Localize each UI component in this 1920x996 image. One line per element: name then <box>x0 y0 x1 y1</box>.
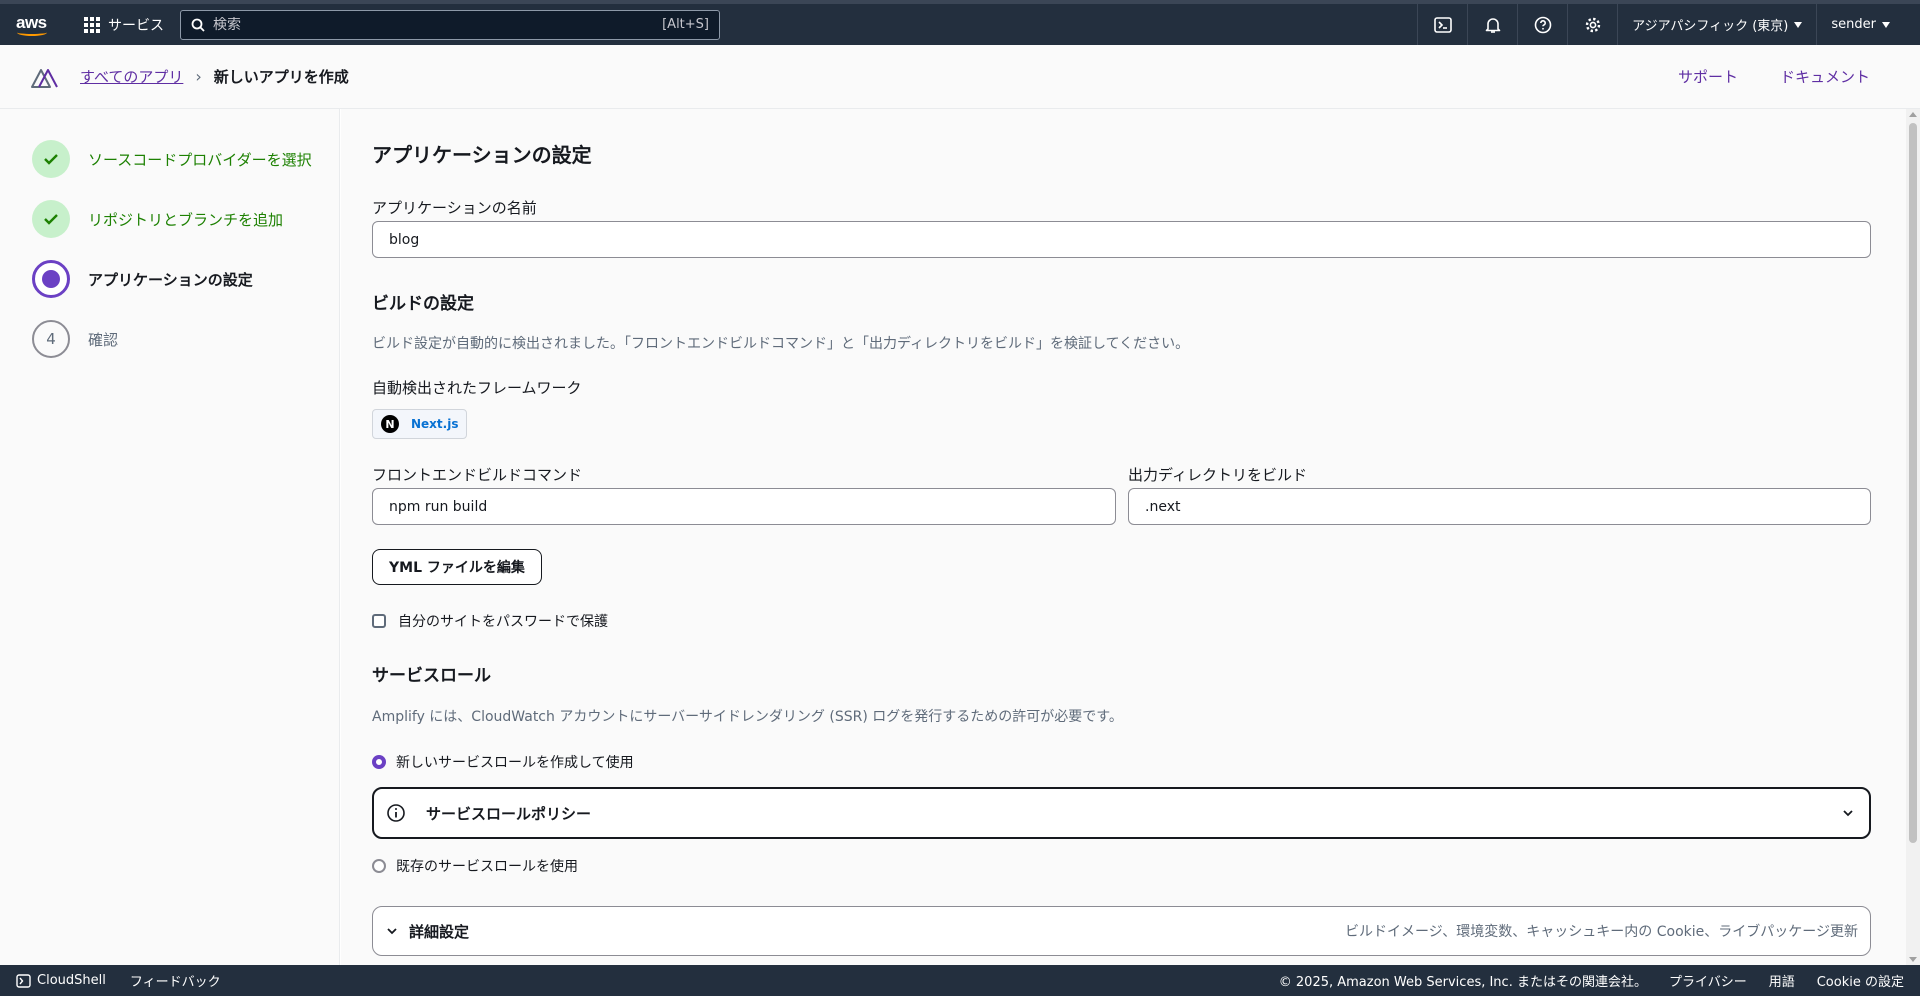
settings-button[interactable] <box>1567 4 1617 45</box>
app-name-input[interactable] <box>372 221 1871 258</box>
aws-logo[interactable]: aws <box>16 10 50 40</box>
password-protect-checkbox[interactable]: 自分のサイトをパスワードで保護 <box>372 611 608 631</box>
privacy-link[interactable]: プライバシー <box>1669 971 1747 990</box>
cookie-settings-link[interactable]: Cookie の設定 <box>1817 971 1904 990</box>
amplify-logo-icon[interactable] <box>30 65 58 89</box>
scroll-down-arrow-icon[interactable] <box>1909 957 1917 962</box>
build-settings-description: ビルド設定が自動的に検出されました。「フロントエンドビルドコマンド」と「出力ディ… <box>372 336 1190 352</box>
breadcrumb-all-apps[interactable]: すべてのアプリ <box>80 66 183 87</box>
output-directory-input[interactable] <box>1128 488 1871 525</box>
top-right-menu: アジアパシフィック (東京) sender <box>1417 4 1920 45</box>
chevron-down-icon <box>387 928 397 935</box>
step-3-current: アプリケーションの設定 <box>32 260 253 298</box>
chevron-down-icon <box>1843 810 1853 817</box>
chevron-right-icon: › <box>195 67 202 86</box>
help-button[interactable] <box>1517 4 1567 45</box>
radio-existing-service-role[interactable]: 既存のサービスロールを使用 <box>372 856 578 876</box>
wizard-steps: ソースコードプロバイダーを選択 リポジトリとブランチを追加 アプリケーションの設… <box>0 109 340 965</box>
grid-icon <box>84 16 100 33</box>
current-step-indicator <box>32 260 70 298</box>
search-shortcut: [Alt+S] <box>662 17 709 32</box>
build-command-input[interactable] <box>372 488 1116 525</box>
notifications-button[interactable] <box>1467 4 1517 45</box>
support-link[interactable]: サポート <box>1678 66 1738 87</box>
radio-new-service-role[interactable]: 新しいサービスロールを作成して使用 <box>372 752 634 772</box>
check-icon <box>44 154 58 165</box>
terminal-icon <box>1433 16 1452 33</box>
framework-badge: N Next.js <box>372 409 468 439</box>
service-role-description: Amplify には、CloudWatch アカウントにサーバーサイドレンダリン… <box>372 709 1123 725</box>
page-title: アプリケーションの設定 <box>372 143 592 167</box>
info-icon <box>387 804 405 822</box>
scroll-up-arrow-icon[interactable] <box>1909 112 1917 117</box>
search-input[interactable] <box>213 16 663 33</box>
breadcrumb-header: すべてのアプリ › 新しいアプリを作成 サポート ドキュメント <box>0 45 1920 109</box>
gear-icon <box>1585 17 1600 32</box>
step-1[interactable]: ソースコードプロバイダーを選択 <box>32 140 312 178</box>
service-role-policy-expandable[interactable]: サービスロールポリシー <box>372 787 1871 839</box>
step-2[interactable]: リポジトリとブランチを追加 <box>32 200 283 238</box>
output-directory-label: 出力ディレクトリをビルド <box>1128 466 1307 484</box>
top-navigation-bar: aws サービス [Alt+S] アジアパシフィック (東京) sender <box>0 0 1920 45</box>
feedback-link[interactable]: フィードバック <box>130 971 221 990</box>
documentation-link[interactable]: ドキュメント <box>1780 66 1870 87</box>
scrollbar-thumb[interactable] <box>1909 123 1917 843</box>
caret-down-icon <box>1882 21 1890 28</box>
search-box[interactable]: [Alt+S] <box>180 9 720 40</box>
account-menu[interactable]: sender <box>1816 4 1904 45</box>
cloudshell-footer-button[interactable]: CloudShell <box>16 973 106 988</box>
edit-yml-button[interactable]: YML ファイルを編集 <box>372 549 542 585</box>
build-settings-heading: ビルドの設定 <box>372 294 474 314</box>
step-4: 4 確認 <box>32 320 118 358</box>
framework-label: 自動検出されたフレームワーク <box>372 379 582 397</box>
footer-bar: CloudShell フィードバック © 2025, Amazon Web Se… <box>0 965 1920 996</box>
copyright-text: © 2025, Amazon Web Services, Inc. またはその関… <box>1278 975 1647 990</box>
services-menu-button[interactable]: サービス <box>84 15 164 35</box>
build-command-label: フロントエンドビルドコマンド <box>372 466 583 484</box>
bell-icon <box>1485 17 1500 33</box>
main-scrollbar[interactable] <box>1906 109 1920 965</box>
question-circle-icon <box>1534 16 1551 33</box>
caret-down-icon <box>1794 21 1803 28</box>
advanced-settings-expandable[interactable]: 詳細設定 ビルドイメージ、環境変数、キャッシュキー内の Cookie、ライブパッ… <box>372 906 1871 956</box>
terminal-icon <box>16 973 31 988</box>
main-content: アプリケーションの設定 アプリケーションの名前 ビルドの設定 ビルド設定が自動的… <box>341 109 1920 965</box>
nextjs-logo-icon: N <box>381 415 399 433</box>
cloudshell-button[interactable] <box>1417 4 1467 45</box>
terms-link[interactable]: 用語 <box>1769 971 1795 990</box>
breadcrumb-current: 新しいアプリを作成 <box>213 68 349 86</box>
check-icon <box>44 214 58 225</box>
app-name-label: アプリケーションの名前 <box>372 199 537 217</box>
search-icon <box>191 18 205 32</box>
service-role-heading: サービスロール <box>372 666 491 686</box>
region-selector[interactable]: アジアパシフィック (東京) <box>1617 4 1816 45</box>
